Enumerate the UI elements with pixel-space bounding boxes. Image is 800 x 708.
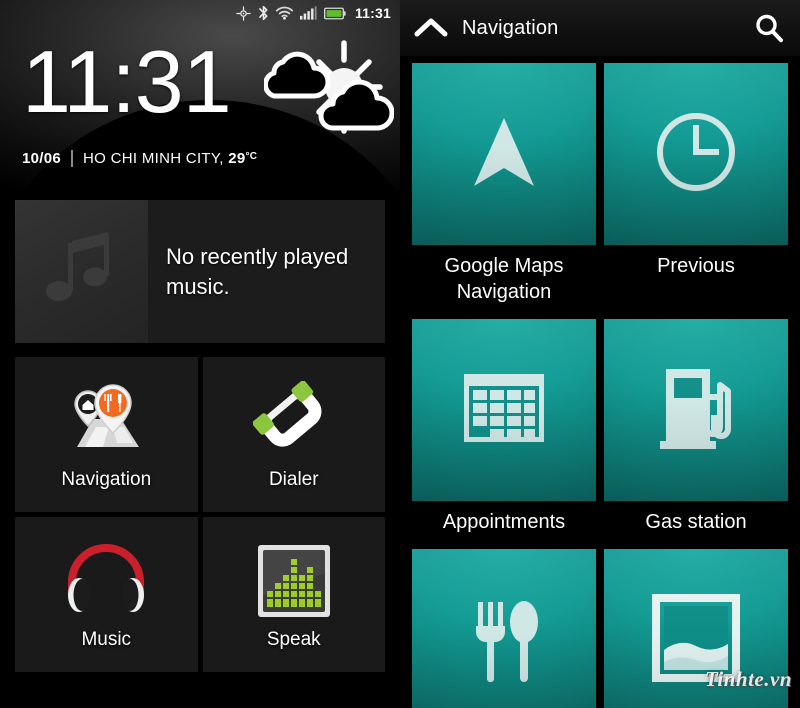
app-shortcut-grid: Navigation Dialer Music Speak [15,357,385,672]
music-note-icon [45,229,118,314]
wifi-icon [275,6,293,20]
screenshot-root: 11:31 11:31 10/06 HO CHI MINH CITY, 29 °… [0,0,800,708]
home-screen-panel: 11:31 11:31 10/06 HO CHI MINH CITY, 29 °… [0,0,400,708]
weather-location: HO CHI MINH CITY, [83,150,224,167]
tile-surface [604,319,788,501]
tile-surface [412,63,596,245]
partly-cloudy-sun-icon [263,40,395,145]
chevron-up-icon[interactable] [400,17,462,39]
calendar-icon [460,364,548,457]
page-title: Navigation [462,16,559,39]
tile-appointments[interactable]: Appointments [412,319,596,545]
music-widget[interactable]: No recently played music. [15,200,385,343]
tile-photo[interactable] [604,549,788,708]
signal-icon [299,6,317,20]
clock-icon [650,106,742,203]
weather-info-line: 10/06 HO CHI MINH CITY, 29 °C [22,150,257,167]
tile-label: Appointments [442,511,566,533]
weather-degree-unit: °C [245,151,258,162]
album-art [15,200,148,343]
equalizer-icon [256,535,332,627]
tile-restaurant[interactable] [412,549,596,708]
map-pin-restaurant-icon [63,375,149,467]
tile-label: Google Maps Navigation [444,255,564,303]
clock-weather-widget[interactable]: 11:31 10/06 HO CHI MINH CITY, 29 °C [0,26,400,181]
tile-surface [604,63,788,245]
tile-label: Previous [657,255,735,277]
weather-date: 10/06 [22,150,62,167]
tile-surface [412,549,596,708]
gas-pump-icon [652,363,740,458]
fork-spoon-icon [458,592,550,689]
bluetooth-icon [258,5,269,21]
app-tile-speak[interactable]: Speak [202,517,385,672]
tile-google-maps-navigation[interactable]: Google Maps Navigation [412,63,596,315]
navigation-tile-grid: Google Maps Navigation Previous Appointm… [400,57,800,708]
tile-gas-station[interactable]: Gas station [604,319,788,545]
tile-label: Gas station [645,511,747,533]
navigation-arrow-icon [458,106,550,203]
phone-handset-icon [252,375,335,467]
status-bar-clock: 11:31 [354,5,391,21]
weather-temperature: 29 [228,150,246,167]
battery-icon [323,7,346,20]
tile-surface [412,319,596,501]
app-label: Music [81,629,132,650]
app-label: Dialer [268,469,319,490]
app-tile-dialer[interactable]: Dialer [202,357,385,512]
action-bar: Navigation [400,0,800,57]
divider [71,150,74,167]
headphones-icon [64,535,148,627]
app-label: Navigation [61,469,152,490]
app-label: Speak [266,629,321,650]
status-bar: 11:31 [0,0,400,26]
app-tile-navigation[interactable]: Navigation [15,357,198,512]
tile-surface [604,549,788,708]
tile-previous[interactable]: Previous [604,63,788,315]
app-tile-music[interactable]: Music [15,517,198,672]
search-icon[interactable] [738,12,800,44]
gps-icon [236,5,251,21]
photo-frame-icon [650,592,742,689]
car-navigation-panel: Navigation Google Maps Navigation Previo… [400,0,800,708]
music-status-text: No recently played music. [166,243,349,299]
clock-time: 11:31 [22,32,232,131]
